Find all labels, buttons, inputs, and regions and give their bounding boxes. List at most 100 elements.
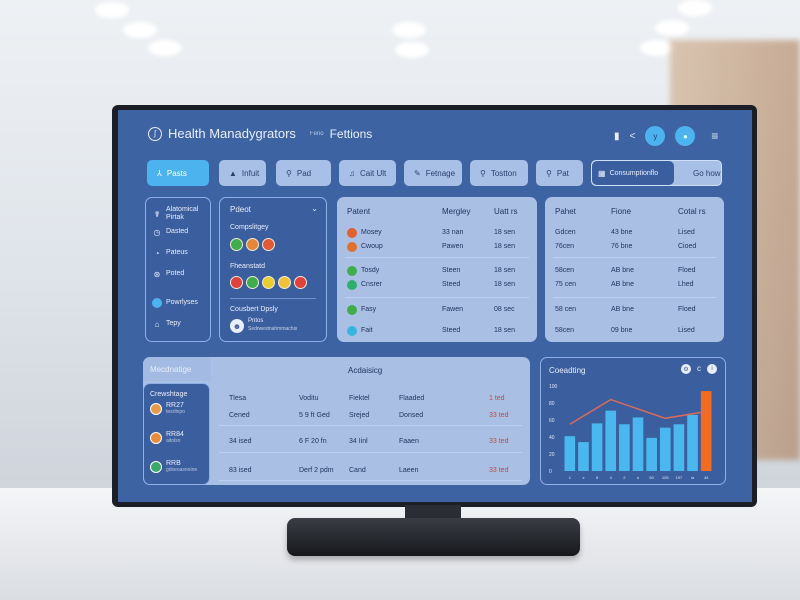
tab-pat[interactable]: ⚲ Pat <box>536 160 583 186</box>
table-cell: AB bne <box>611 281 634 288</box>
person-detail: gdseoasnoine <box>166 467 198 473</box>
monitor-stand <box>287 518 580 556</box>
avatar <box>150 402 162 415</box>
activity-left-title: Mecdnatige <box>150 365 192 374</box>
table-cell: 08 sec <box>494 306 515 313</box>
status-dot-icon <box>347 265 357 276</box>
app-title: Health Manadygrators <box>168 126 296 141</box>
bar <box>687 414 698 471</box>
tab-fetnage[interactable]: ✎ Fetnage <box>404 160 462 186</box>
table-row[interactable]: Cnsrer Steed 18 sen <box>337 279 537 290</box>
sidebar-item-label: Tepy <box>166 320 181 327</box>
activity-cell: Tlesa <box>229 395 247 402</box>
icon-group <box>230 238 275 251</box>
sidebar-item[interactable]: Powrlyses <box>152 298 210 308</box>
tab-infuit[interactable]: ▲ Infuit <box>219 160 266 186</box>
table-row[interactable]: Tosdy Steen 18 sen <box>337 265 537 276</box>
food-icon[interactable] <box>230 276 243 289</box>
food-icon[interactable] <box>278 276 291 289</box>
person-detail: tesrilnpo <box>166 409 185 415</box>
group-label: Fheanstatd <box>230 263 266 270</box>
table-cell: Pawen <box>442 243 464 250</box>
profile-avatar-icon[interactable]: ● <box>675 126 696 146</box>
table-row[interactable]: 58cen 09 bne Lised <box>545 325 724 336</box>
table-row[interactable]: Mosey 33 nan 18 sen <box>337 227 537 238</box>
person-item[interactable]: RR84 aitolsn <box>150 431 184 444</box>
activity-cell: 6 F 20 fn <box>299 438 327 445</box>
person-item[interactable]: RRB gdseoasnoine <box>150 460 197 473</box>
menu-icon[interactable]: ≡ <box>711 129 718 143</box>
tab-cait-ult[interactable]: ♫ Cait Ult <box>339 160 396 186</box>
table-row[interactable]: Fait Steed 18 sen <box>337 325 537 336</box>
app-header: ʃ Health Manadygrators Feno Fettions <box>148 126 372 141</box>
logo-icon: ʃ <box>148 126 162 141</box>
table-row[interactable]: Fasy Fawen 08 sec <box>337 304 537 315</box>
bell-icon: ♫ <box>349 168 355 178</box>
bar-line-chart: 0 20 40 60 80 100 1 x 8 4 2 n 50 105 197 ia 44 <box>549 384 712 480</box>
people-label: Crewshtage <box>150 391 188 398</box>
table-row[interactable]: 75 cen AB bne Lhed <box>545 279 724 290</box>
tab-pasts[interactable]: ⅄ Pasts <box>147 160 209 186</box>
icon-group <box>230 276 307 289</box>
table-cell: Steed <box>442 281 461 288</box>
food-icon[interactable] <box>246 276 259 289</box>
food-icon[interactable] <box>246 238 259 251</box>
tab-pad[interactable]: ⚲ Pad <box>276 160 331 186</box>
table-cell: Fasy <box>361 306 377 313</box>
activity-cell: 83 ised <box>229 467 252 474</box>
search-icon: ⚲ <box>286 168 292 178</box>
food-icon[interactable] <box>262 276 275 289</box>
x-tick-label: 4 <box>610 475 613 480</box>
consumption-button[interactable]: ▦ Consumptionflo <box>592 161 674 185</box>
gauge-icon: ◔ <box>154 248 160 258</box>
table-row[interactable]: 58 cen AB bne Floed <box>545 304 724 315</box>
tab-label: Pat <box>556 168 569 178</box>
x-tick-label: 50 <box>649 475 654 480</box>
food-icon[interactable] <box>262 238 275 251</box>
table-cell: Tosdy <box>361 267 380 274</box>
user-avatar-icon[interactable]: y <box>645 126 666 146</box>
consumption-control[interactable]: ▦ Consumptionflo Go how <box>591 160 722 186</box>
sidebar-item[interactable]: ◷ Dasted <box>152 227 210 237</box>
activity-row[interactable]: 83 ised Derf 2 pdm Cand Laeen 33 ted <box>219 465 522 476</box>
patient-avatar-icon: ☻ <box>230 319 244 333</box>
bar <box>564 436 576 471</box>
table-row[interactable]: Gdcen 43 bne Lised <box>545 227 724 238</box>
go-now-button[interactable]: Go how <box>693 169 721 178</box>
activity-cell: Donsed <box>399 412 424 419</box>
home-icon: ⌂ <box>154 319 160 329</box>
table-row[interactable]: 58cen AB bne Floed <box>545 265 724 276</box>
sidebar-item[interactable]: ◔ Pateus <box>152 248 210 258</box>
table-row[interactable]: Cwoup Pawen 18 sen <box>337 241 537 252</box>
person-detail: aitolsn <box>166 438 181 444</box>
person-code: RR84 <box>166 431 184 438</box>
y-tick-label: 80 <box>549 401 555 407</box>
tab-label: Infuit <box>241 168 260 178</box>
sidebar-item[interactable]: ☤ Alatomical Pirtak <box>152 206 210 222</box>
bar <box>700 391 712 471</box>
food-icon[interactable] <box>230 238 243 251</box>
patient-panel-title: Pdeot <box>230 205 251 214</box>
activity-row[interactable]: 34 ised 6 F 20 fn 34 Iinl Faaen 33 ted <box>219 436 522 447</box>
chevron-down-icon[interactable]: ⌄ <box>311 204 318 213</box>
activity-row[interactable]: Tlesa Voditu Fiektel Flaaded 1 ted <box>219 393 522 404</box>
bar <box>659 427 671 471</box>
document-icon[interactable]: ▮ <box>614 131 620 142</box>
sidebar-item[interactable]: ⊛ Poted <box>152 269 210 279</box>
person-item[interactable]: RR27 tesrilnpo <box>150 402 185 415</box>
activity-cell: Flaaded <box>399 395 425 402</box>
table-cell: Fait <box>361 327 373 334</box>
table-header: Pahet Fione Cotal rs <box>545 205 724 217</box>
food-icon[interactable] <box>294 276 307 289</box>
activity-row[interactable]: Cened 5 9 ft Ged Srejed Donsed 33 ted <box>219 410 522 421</box>
person-icon: ⅄ <box>157 168 162 178</box>
column-header: Mergley <box>442 206 471 216</box>
tab-tostton[interactable]: ⚲ Tostton <box>470 160 528 186</box>
table-row[interactable]: 76cen 76 bne Cioed <box>545 241 724 252</box>
column-header: Patent <box>347 206 371 216</box>
sidebar: ☤ Alatomical Pirtak ◷ Dasted ◔ Pateus ⊛ Poted Po… <box>145 197 211 342</box>
share-icon[interactable]: < <box>630 131 636 142</box>
sidebar-item[interactable]: ⌂ Tepy <box>152 319 210 329</box>
status-dot-icon <box>347 279 357 290</box>
status-dot-icon <box>347 227 357 238</box>
